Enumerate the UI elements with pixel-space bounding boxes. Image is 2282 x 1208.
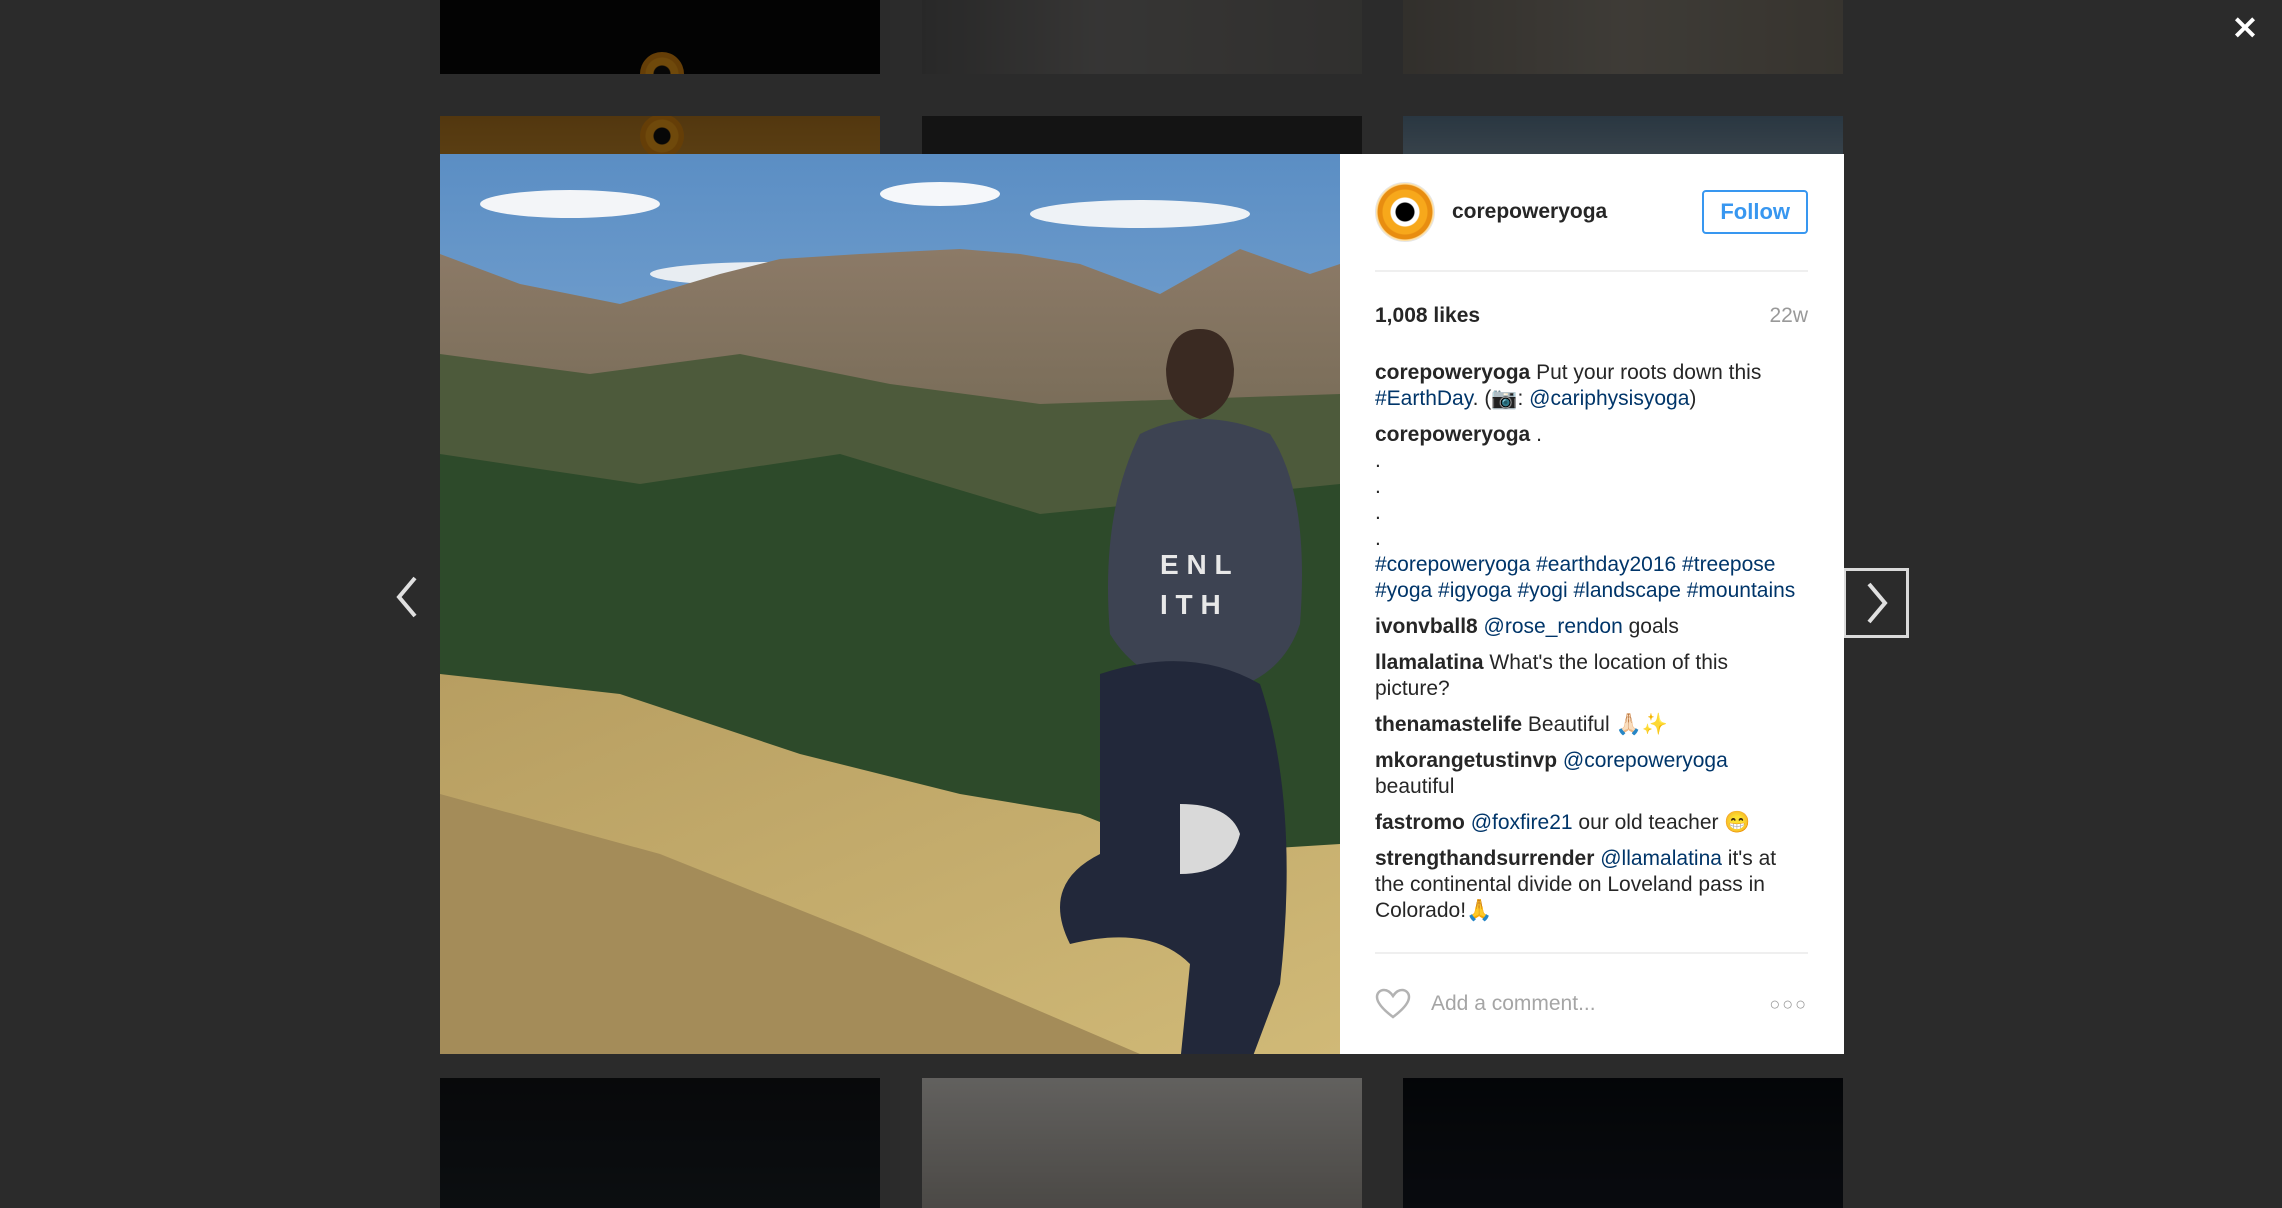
mention-link[interactable]: @corepoweryoga xyxy=(1563,749,1728,772)
hashtag-link[interactable]: #EarthDay xyxy=(1375,387,1473,410)
comment: llamalatina What's the location of this … xyxy=(1375,650,1808,702)
comment: ivonvball8 @rose_rendon goals xyxy=(1375,614,1808,640)
comment-username[interactable]: strengthandsurrender xyxy=(1375,847,1594,870)
comment-text: . (📷: xyxy=(1472,387,1530,410)
comment-list: corepoweryoga Put your roots down this #… xyxy=(1375,360,1808,924)
chevron-left-icon xyxy=(396,576,417,618)
post-photo: E N L I T H xyxy=(440,154,1340,1054)
post-stats: 1,008 likes 22w xyxy=(1375,272,1808,360)
comment-username[interactable]: corepoweryoga xyxy=(1375,423,1530,446)
svg-text:I T H: I T H xyxy=(1160,589,1221,620)
more-options-icon[interactable]: ○○○ xyxy=(1769,994,1808,1015)
mention-link[interactable]: @foxfire21 xyxy=(1471,811,1573,834)
comment-text: beautiful xyxy=(1375,775,1455,798)
next-post-button[interactable] xyxy=(1843,568,1909,638)
mention-link[interactable]: @rose_rendon xyxy=(1484,615,1623,638)
comment: strengthandsurrender @llamalatina it's a… xyxy=(1375,846,1808,924)
likes-count[interactable]: 1,008 likes xyxy=(1375,304,1480,328)
comment-composer: Add a comment... ○○○ xyxy=(1375,952,1808,1054)
comment-text: goals xyxy=(1622,615,1679,638)
avatar[interactable] xyxy=(1375,182,1435,242)
heart-icon[interactable] xyxy=(1375,988,1411,1020)
mention-link[interactable]: @llamalatina xyxy=(1600,847,1722,870)
comment-text: ) xyxy=(1689,387,1697,410)
close-button[interactable]: × xyxy=(2228,10,2262,44)
comment: mkorangetustinvp @corepoweryoga beautifu… xyxy=(1375,748,1808,800)
comment-text: . xyxy=(1536,423,1542,446)
comment: thenamastelife Beautiful 🙏🏻✨ xyxy=(1375,712,1808,738)
svg-text:E N L: E N L xyxy=(1160,549,1232,580)
post-age[interactable]: 22w xyxy=(1769,304,1808,328)
comment-text: our old teacher 😁 xyxy=(1572,811,1751,834)
caption: corepoweryoga Put your roots down this #… xyxy=(1375,360,1808,412)
comment-dots: . . . . xyxy=(1375,449,1381,550)
post-modal: E N L I T H corepoweryoga Follow 1,008 l… xyxy=(440,154,1844,1054)
author-username[interactable]: corepoweryoga xyxy=(1452,200,1607,224)
post-header: corepoweryoga Follow xyxy=(1375,154,1808,272)
comment-input[interactable]: Add a comment... xyxy=(1431,992,1769,1016)
comment-text: Put your roots down this xyxy=(1536,361,1762,384)
comment-text: Beautiful 🙏🏻✨ xyxy=(1527,713,1668,736)
comment-username[interactable]: mkorangetustinvp xyxy=(1375,749,1557,772)
hashtag-links[interactable]: #corepoweryoga #earthday2016 #treepose #… xyxy=(1375,552,1808,604)
comment-username[interactable]: fastromo xyxy=(1375,811,1465,834)
chevron-right-icon xyxy=(1867,582,1888,624)
comment-username[interactable]: thenamastelife xyxy=(1375,713,1522,736)
comment: fastromo @foxfire21 our old teacher 😁 xyxy=(1375,810,1808,836)
comment-username[interactable]: ivonvball8 xyxy=(1375,615,1478,638)
mention-link[interactable]: @cariphysisyoga xyxy=(1529,387,1689,410)
comment: corepoweryoga . . . . . #corepoweryoga #… xyxy=(1375,422,1808,604)
comment-username[interactable]: llamalatina xyxy=(1375,651,1484,674)
previous-post-button[interactable] xyxy=(388,572,428,632)
post-sidebar: corepoweryoga Follow 1,008 likes 22w cor… xyxy=(1340,154,1844,1054)
follow-button[interactable]: Follow xyxy=(1702,190,1808,234)
comment-username[interactable]: corepoweryoga xyxy=(1375,361,1530,384)
